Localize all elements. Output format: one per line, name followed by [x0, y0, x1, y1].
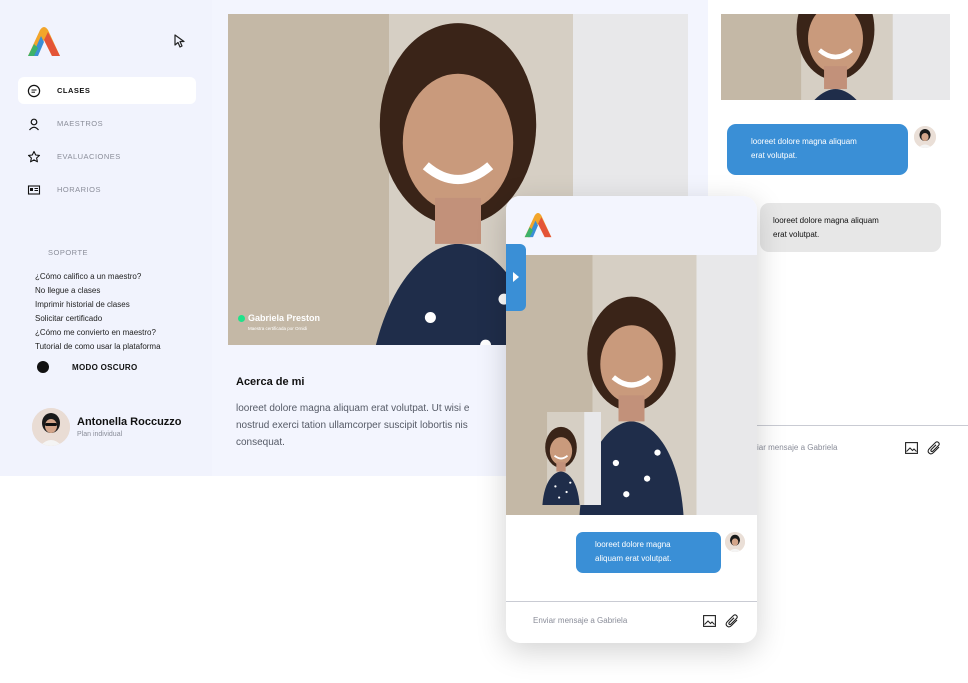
logo-icon [524, 213, 552, 238]
mobile-input-divider [506, 601, 757, 602]
chat-input[interactable]: iar mensaje a Gabriela [757, 443, 837, 452]
message-line: looreet dolore magna [595, 540, 671, 549]
live-indicator [238, 314, 245, 322]
sidebar: CLASES MAESTROS EVALUACIONES HORARIOS SO… [0, 0, 212, 476]
self-view-video[interactable] [521, 412, 601, 505]
avatar [725, 532, 745, 552]
sidebar-item-horarios[interactable]: HORARIOS [18, 176, 196, 203]
teacher-name: Gabriela Preston [248, 313, 321, 323]
support-link[interactable]: ¿Cómo me convierto en maestro? [35, 326, 161, 340]
logo-icon [28, 27, 60, 56]
support-link[interactable]: Tutorial de como usar la plataforma [35, 340, 161, 354]
user-plan: Plan individual [77, 431, 123, 438]
chevron-right-icon [513, 272, 519, 282]
message-line: erat volutpat. [751, 151, 798, 160]
mobile-header [506, 196, 757, 255]
about-line: nostrud exerci tation ullamcorper suscip… [236, 420, 468, 431]
desktop-app: CLASES MAESTROS EVALUACIONES HORARIOS SO… [0, 0, 968, 476]
about-title: Acerca de mi [236, 376, 305, 388]
message-line: looreet dolore magna aliquam [773, 216, 879, 225]
chat-message-received: looreet dolore magna aliquam erat volutp… [760, 203, 941, 252]
message-line: looreet dolore magna aliquam [751, 137, 857, 146]
id-card-icon [27, 183, 41, 197]
mobile-chat-message: looreet dolore magna aliquam erat volutp… [576, 532, 721, 573]
support-links: ¿Cómo califico a un maestro? No llegue a… [35, 270, 161, 354]
sidebar-item-label: EVALUACIONES [57, 152, 121, 161]
about-line: looreet dolore magna aliquam erat volutp… [236, 403, 470, 414]
sidebar-nav: CLASES MAESTROS EVALUACIONES HORARIOS [18, 77, 196, 209]
expand-panel-button[interactable] [506, 244, 526, 311]
dark-mode-toggle[interactable]: MODO OSCURO [37, 361, 138, 373]
message-line: erat volutpat. [773, 230, 820, 239]
paperclip-icon[interactable] [725, 613, 740, 629]
cursor-icon[interactable] [172, 33, 188, 49]
sidebar-item-evaluaciones[interactable]: EVALUACIONES [18, 143, 196, 170]
avatar [32, 408, 70, 446]
sidebar-item-label: CLASES [57, 86, 91, 95]
paperclip-icon[interactable] [927, 440, 942, 456]
sidebar-item-label: MAESTROS [57, 119, 104, 128]
about-line: consequat. [236, 437, 285, 448]
teacher-subtitle: Maestra certificada por Ornidi [248, 326, 308, 331]
student-video-thumbnail[interactable] [721, 14, 950, 100]
about-text: looreet dolore magna aliquam erat volutp… [236, 400, 511, 451]
sidebar-item-clases[interactable]: CLASES [18, 77, 196, 104]
sidebar-item-maestros[interactable]: MAESTROS [18, 110, 196, 137]
support-link[interactable]: No llegue a clases [35, 284, 161, 298]
image-icon[interactable] [905, 442, 918, 454]
support-title: SOPORTE [48, 248, 89, 257]
message-line: aliquam erat volutpat. [595, 554, 672, 563]
dark-mode-label: MODO OSCURO [72, 362, 138, 372]
support-link[interactable]: Imprimir historial de clases [35, 298, 161, 312]
avatar [914, 126, 936, 148]
user-profile[interactable]: Antonella Roccuzzo Plan individual [32, 408, 182, 446]
mobile-app: looreet dolore magna aliquam erat volutp… [506, 196, 757, 643]
chat-message-sent: looreet dolore magna aliquam erat volutp… [727, 124, 908, 175]
user-icon [27, 117, 41, 131]
star-icon [27, 150, 41, 164]
support-link[interactable]: Solicitar certificado [35, 312, 161, 326]
chat-input-divider [757, 425, 968, 426]
toggle-knob[interactable] [37, 361, 49, 373]
image-icon[interactable] [703, 615, 716, 627]
chat-icon [27, 84, 41, 98]
video-teacher-label: Gabriela Preston [238, 313, 320, 323]
mobile-chat-input[interactable]: Enviar mensaje a Gabriela [533, 616, 627, 625]
support-link[interactable]: ¿Cómo califico a un maestro? [35, 270, 161, 284]
sidebar-item-label: HORARIOS [57, 185, 102, 194]
user-name: Antonella Roccuzzo [77, 416, 182, 428]
